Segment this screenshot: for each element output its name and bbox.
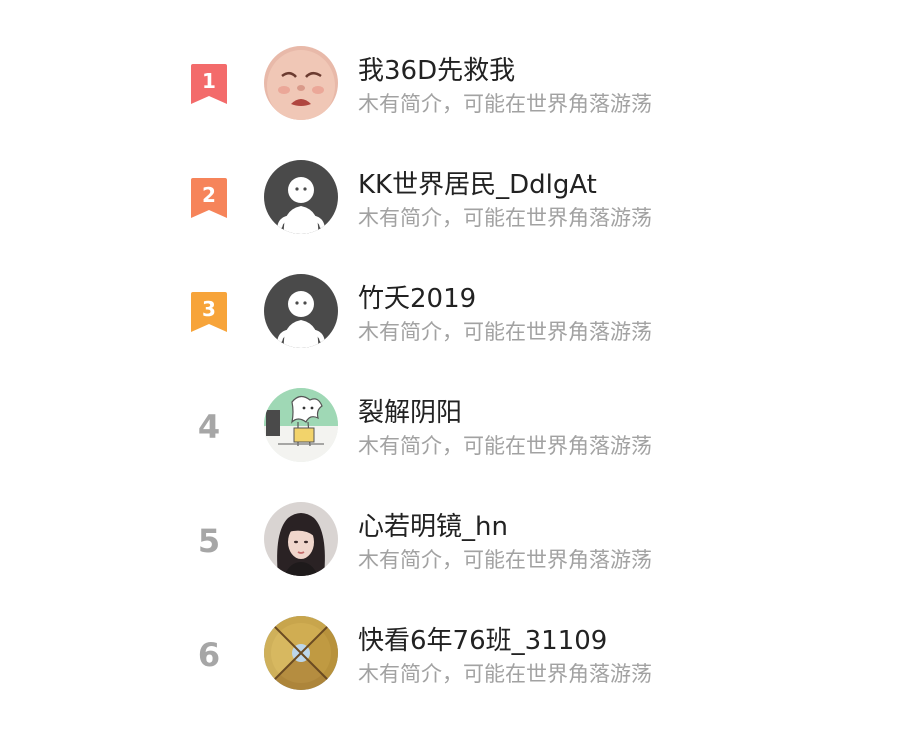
- autumn-trees-avatar-icon: [264, 616, 338, 690]
- user-name[interactable]: 心若明镜_hn: [358, 506, 508, 543]
- user-bio: 木有简介，可能在世界角落游荡: [358, 548, 652, 572]
- portrait-photo-avatar-icon: [264, 502, 338, 576]
- avatar[interactable]: [264, 388, 338, 462]
- crying-face-avatar-icon: [264, 46, 338, 120]
- rank-badge-3: 3: [186, 290, 232, 336]
- rank-number: 4: [197, 408, 221, 446]
- default-avatar-icon: [264, 160, 338, 234]
- default-avatar-icon: [264, 274, 338, 348]
- avatar[interactable]: [264, 502, 338, 576]
- user-bio: 木有简介，可能在世界角落游荡: [358, 662, 652, 686]
- svg-text:2: 2: [202, 183, 216, 207]
- avatar[interactable]: [264, 160, 338, 234]
- user-name[interactable]: 裂解阴阳: [358, 392, 462, 429]
- avatar[interactable]: [264, 46, 338, 120]
- cartoon-dragon-avatar-icon: [264, 388, 338, 462]
- user-bio: 木有简介，可能在世界角落游荡: [358, 92, 652, 116]
- user-name[interactable]: 竹夭2019: [358, 278, 476, 315]
- list-item[interactable]: 6 快看6年76班_31109 木有简介，可能在世界角落游荡: [0, 616, 900, 730]
- rank-number: 5: [197, 522, 221, 560]
- bookmark-badge-icon: 3: [191, 292, 227, 332]
- list-item[interactable]: 1 我36D先救我 木有简介，可能在世界角落游荡: [0, 46, 900, 160]
- bookmark-badge-icon: 1: [191, 64, 227, 104]
- rank-number: 6: [197, 636, 221, 674]
- user-bio: 木有简介，可能在世界角落游荡: [358, 320, 652, 344]
- list-item[interactable]: 4 裂解阴阳 木有简介，可能在世界角落游荡: [0, 388, 900, 502]
- list-item[interactable]: 5 心若明镜_hn 木有简介，可能在世界角落游荡: [0, 502, 900, 616]
- svg-text:3: 3: [202, 297, 216, 321]
- avatar[interactable]: [264, 274, 338, 348]
- user-name[interactable]: 快看6年76班_31109: [358, 620, 607, 657]
- list-item[interactable]: 3 竹夭2019 木有简介，可能在世界角落游荡: [0, 274, 900, 388]
- avatar[interactable]: [264, 616, 338, 690]
- user-bio: 木有简介，可能在世界角落游荡: [358, 206, 652, 230]
- svg-text:1: 1: [202, 69, 216, 93]
- bookmark-badge-icon: 2: [191, 178, 227, 218]
- rank-number-5: 5: [186, 518, 232, 564]
- user-bio: 木有简介，可能在世界角落游荡: [358, 434, 652, 458]
- list-item[interactable]: 2 KK世界居民_DdlgAt 木有简介，可能在世界角落游荡: [0, 160, 900, 274]
- rank-badge-1: 1: [186, 62, 232, 108]
- rank-badge-2: 2: [186, 176, 232, 222]
- rank-number-4: 4: [186, 404, 232, 450]
- rank-number-6: 6: [186, 632, 232, 678]
- fan-ranking-list: 1 我36D先救我 木有简介，可能在世界角落游荡 2 KK世界居民_DdlgAt…: [0, 0, 900, 703]
- user-name[interactable]: 我36D先救我: [358, 50, 515, 87]
- user-name[interactable]: KK世界居民_DdlgAt: [358, 164, 597, 201]
